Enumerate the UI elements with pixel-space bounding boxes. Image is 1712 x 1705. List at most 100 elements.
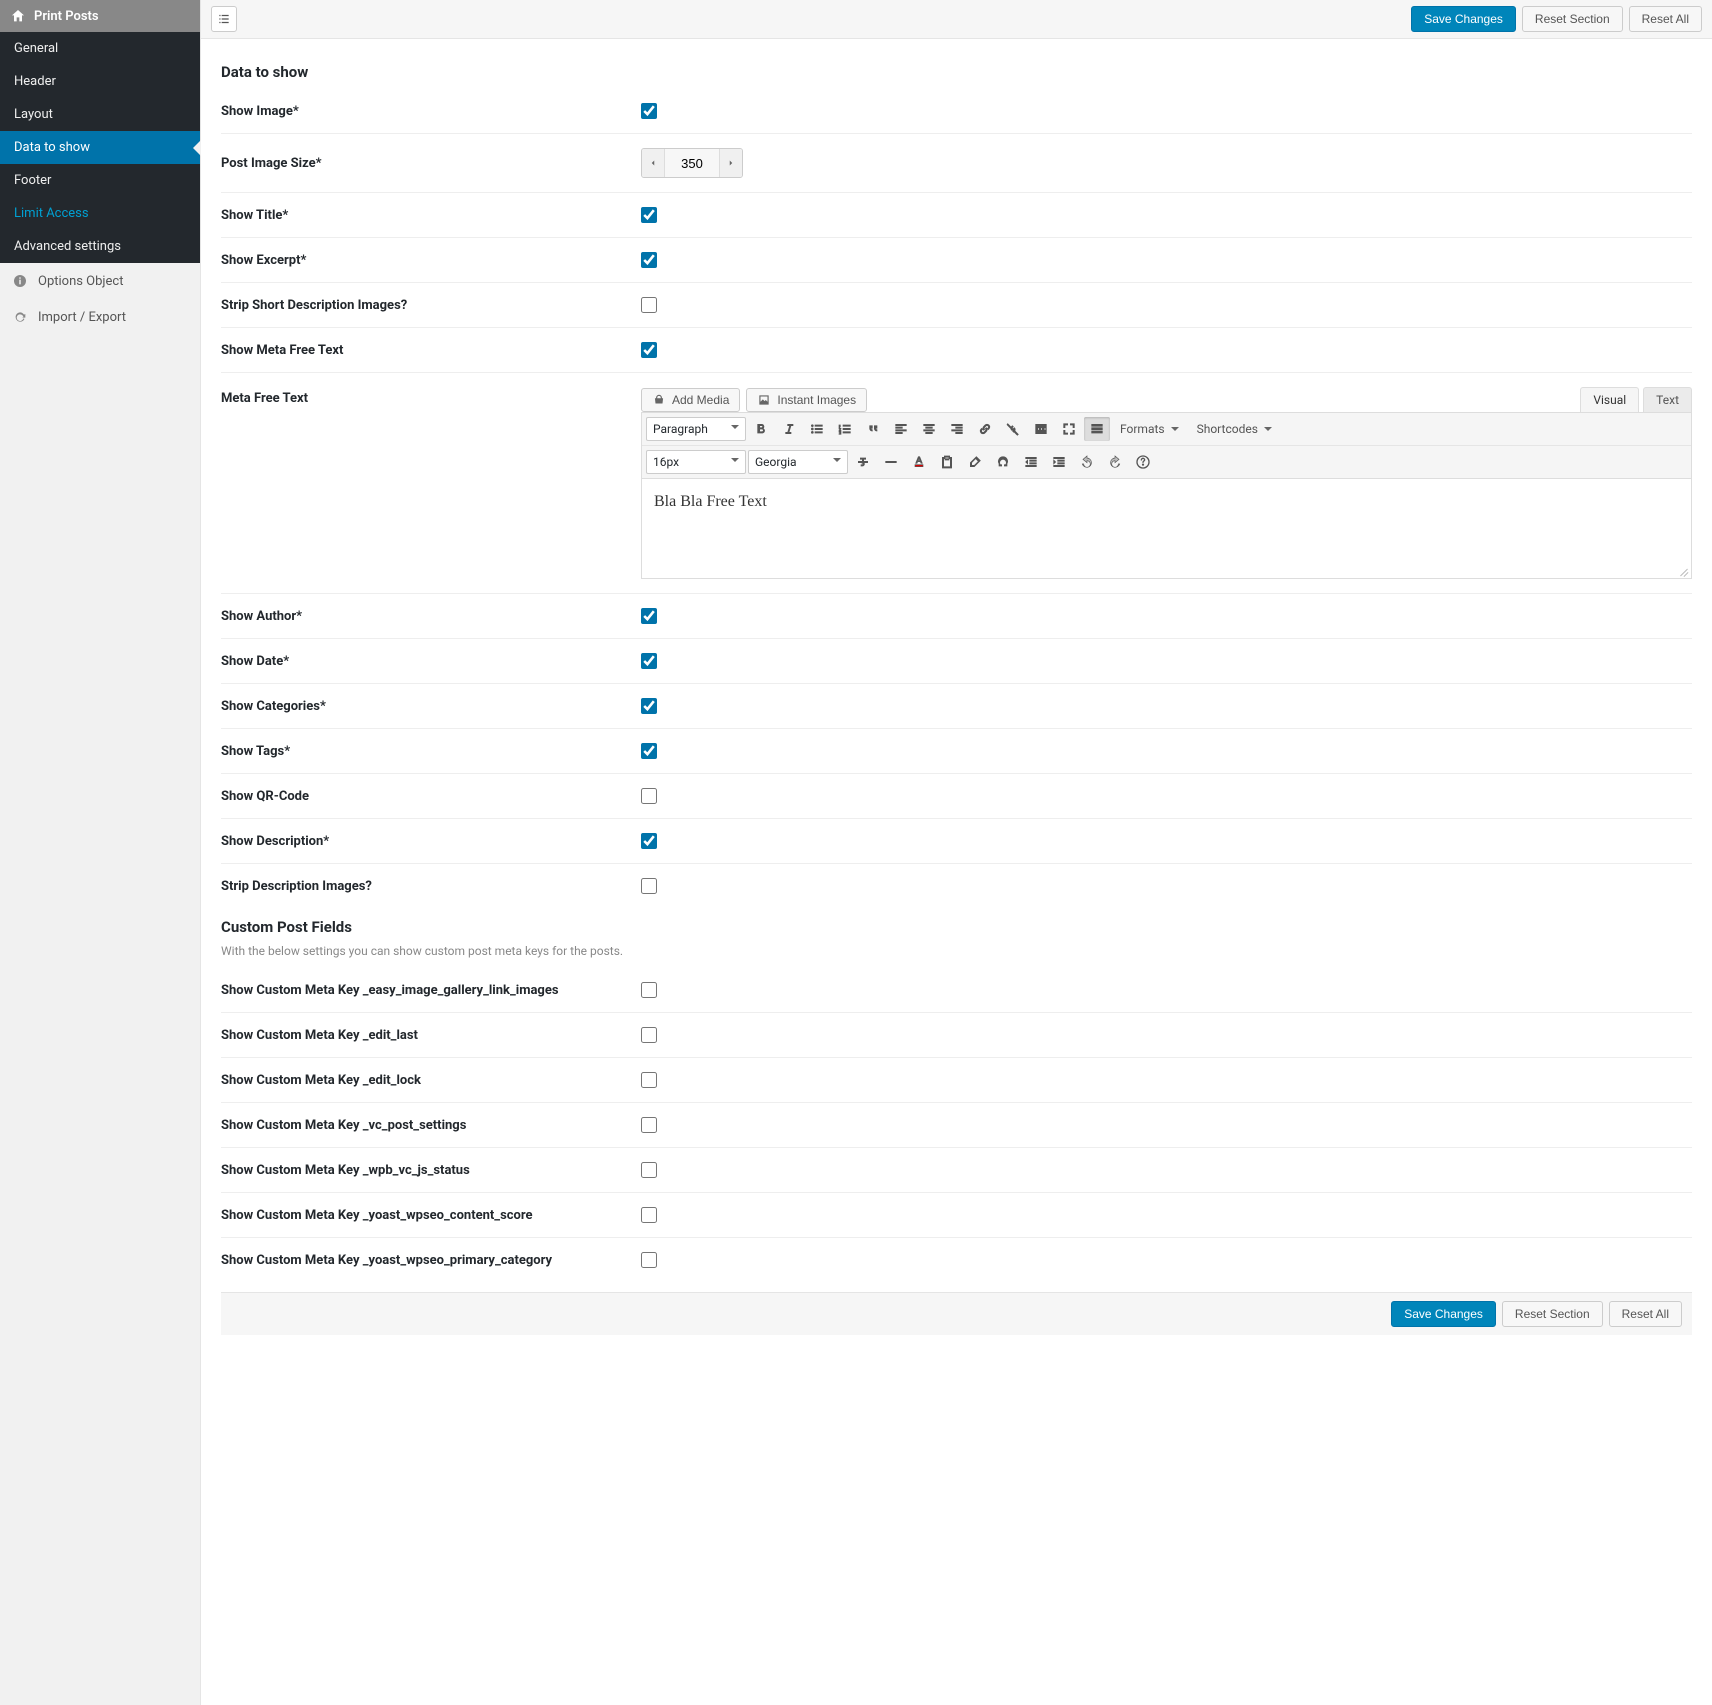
field-strip-short-desc: Strip Short Description Images? [221, 283, 1692, 328]
checkbox-custom-meta[interactable] [641, 1072, 657, 1088]
sidebar-extra-options-object[interactable]: Options Object [0, 263, 200, 299]
strikethrough-button[interactable] [850, 450, 876, 474]
bold-button[interactable] [748, 417, 774, 441]
checkbox-custom-meta[interactable] [641, 1027, 657, 1043]
checkbox-show-image[interactable] [641, 103, 657, 119]
ul-button[interactable] [804, 417, 830, 441]
ol-button[interactable] [832, 417, 858, 441]
checkbox-strip-short-desc[interactable] [641, 297, 657, 313]
field-custom-meta: Show Custom Meta Key _vc_post_settings [221, 1103, 1692, 1148]
field-label: Show Custom Meta Key _vc_post_settings [221, 1118, 641, 1133]
undo-button[interactable] [1074, 450, 1100, 474]
shortcodes-dropdown[interactable]: Shortcodes [1189, 417, 1280, 441]
sidebar-extra-import-export[interactable]: Import / Export [0, 299, 200, 335]
align-left-button[interactable] [888, 417, 914, 441]
field-label: Show Excerpt* [221, 253, 641, 268]
reset-all-button-bottom[interactable]: Reset All [1609, 1301, 1682, 1327]
unlink-button[interactable] [1000, 417, 1026, 441]
field-label: Show Custom Meta Key _yoast_wpseo_conten… [221, 1208, 641, 1223]
checkbox-show-meta-free[interactable] [641, 342, 657, 358]
instant-images-button[interactable]: Instant Images [746, 388, 867, 412]
checkbox-show-author[interactable] [641, 608, 657, 624]
help-button[interactable] [1130, 450, 1156, 474]
stepper-input[interactable] [664, 149, 720, 177]
checkbox-strip-desc-images[interactable] [641, 878, 657, 894]
checkbox-custom-meta[interactable] [641, 1252, 657, 1268]
sidebar-extra-label: Options Object [38, 274, 124, 289]
checkbox-custom-meta[interactable] [641, 1162, 657, 1178]
quote-button[interactable] [860, 417, 886, 441]
fontfamily-select[interactable]: Georgia [748, 450, 848, 474]
fontsize-select[interactable]: 16px [646, 450, 746, 474]
fullscreen-button[interactable] [1056, 417, 1082, 441]
checkbox-custom-meta[interactable] [641, 1207, 657, 1223]
quote-icon [865, 421, 881, 437]
align-right-button[interactable] [944, 417, 970, 441]
expand-all-button[interactable] [211, 6, 237, 32]
checkbox-show-description[interactable] [641, 833, 657, 849]
redo-button[interactable] [1102, 450, 1128, 474]
field-label: Show QR-Code [221, 789, 641, 804]
editor-textarea[interactable]: Bla Bla Free Text [641, 479, 1692, 579]
checkbox-custom-meta[interactable] [641, 982, 657, 998]
checkbox-custom-meta[interactable] [641, 1117, 657, 1133]
readmore-button[interactable] [1028, 417, 1054, 441]
hr-button[interactable] [878, 450, 904, 474]
paste-text-button[interactable] [934, 450, 960, 474]
chevron-right-icon [726, 158, 736, 168]
italic-button[interactable] [776, 417, 802, 441]
stepper-increment[interactable] [720, 149, 742, 177]
checkbox-show-title[interactable] [641, 207, 657, 223]
add-media-button[interactable]: Add Media [641, 388, 740, 412]
indent-button[interactable] [1046, 450, 1072, 474]
sidebar-item-data-to-show[interactable]: Data to show [0, 131, 200, 164]
insert-more-icon [1033, 421, 1049, 437]
textcolor-button[interactable] [906, 450, 932, 474]
sidebar-title: Print Posts [0, 0, 200, 32]
formats-dropdown[interactable]: Formats [1112, 417, 1187, 441]
checkbox-show-excerpt[interactable] [641, 252, 657, 268]
field-custom-meta: Show Custom Meta Key _easy_image_gallery… [221, 968, 1692, 1013]
toolbar-toggle-button[interactable] [1084, 417, 1110, 441]
link-button[interactable] [972, 417, 998, 441]
paragraph-select[interactable]: Paragraph [646, 417, 746, 441]
sidebar-item-layout[interactable]: Layout [0, 98, 200, 131]
field-show-image: Show Image* [221, 89, 1692, 134]
sidebar-item-advanced-settings[interactable]: Advanced settings [0, 230, 200, 263]
field-custom-meta: Show Custom Meta Key _yoast_wpseo_conten… [221, 1193, 1692, 1238]
sidebar-extra-label: Import / Export [38, 310, 126, 325]
refresh-icon [12, 309, 28, 325]
main: Save Changes Reset Section Reset All Dat… [200, 0, 1712, 1705]
field-show-description: Show Description* [221, 819, 1692, 864]
tab-text[interactable]: Text [1643, 387, 1692, 412]
reset-section-button[interactable]: Reset Section [1522, 6, 1623, 32]
reset-section-button-bottom[interactable]: Reset Section [1502, 1301, 1603, 1327]
sidebar-item-header[interactable]: Header [0, 65, 200, 98]
sidebar-item-footer[interactable]: Footer [0, 164, 200, 197]
save-button-bottom[interactable]: Save Changes [1391, 1301, 1496, 1327]
field-meta-free-text: Meta Free Text Add Media In [221, 373, 1692, 594]
tab-visual[interactable]: Visual [1580, 387, 1639, 412]
checkbox-show-qr[interactable] [641, 788, 657, 804]
chevron-left-icon [648, 158, 658, 168]
sidebar-item-general[interactable]: General [0, 32, 200, 65]
outdent-button[interactable] [1018, 450, 1044, 474]
checkbox-show-tags[interactable] [641, 743, 657, 759]
indent-icon [1051, 454, 1067, 470]
save-button[interactable]: Save Changes [1411, 6, 1516, 32]
field-custom-meta: Show Custom Meta Key _yoast_wpseo_primar… [221, 1238, 1692, 1282]
resize-handle[interactable] [1677, 564, 1689, 576]
reset-all-button[interactable]: Reset All [1629, 6, 1702, 32]
field-strip-desc-images: Strip Description Images? [221, 864, 1692, 908]
align-center-button[interactable] [916, 417, 942, 441]
bottombar: Save Changes Reset Section Reset All [221, 1292, 1692, 1335]
checkbox-show-date[interactable] [641, 653, 657, 669]
sidebar-item-limit-access[interactable]: Limit Access [0, 197, 200, 230]
stepper-decrement[interactable] [642, 149, 664, 177]
field-show-excerpt: Show Excerpt* [221, 238, 1692, 283]
checkbox-show-categories[interactable] [641, 698, 657, 714]
clear-format-button[interactable] [962, 450, 988, 474]
specialchar-button[interactable] [990, 450, 1016, 474]
media-icon [652, 393, 666, 407]
align-right-icon [949, 421, 965, 437]
